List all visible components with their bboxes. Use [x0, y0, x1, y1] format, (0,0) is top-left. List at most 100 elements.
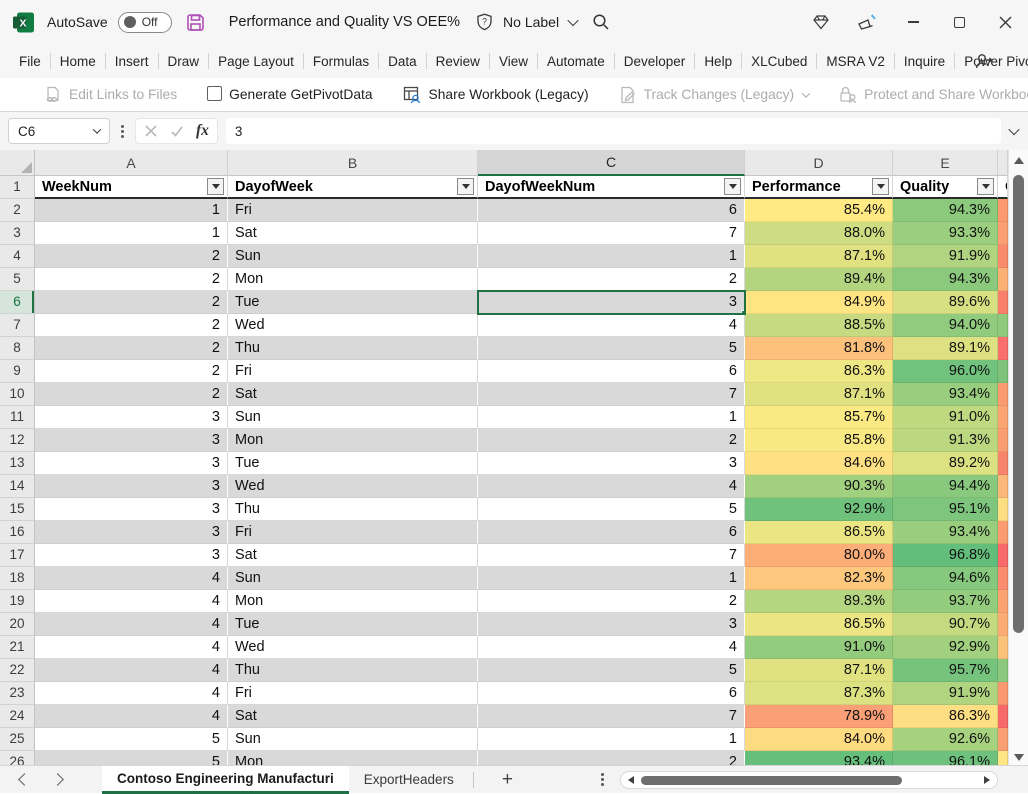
enter-icon[interactable] — [170, 124, 184, 138]
row-header-8[interactable]: 8 — [0, 337, 35, 360]
cell-D21[interactable]: 91.0% — [745, 636, 893, 659]
row-header-11[interactable]: 11 — [0, 406, 35, 429]
feedback-icon[interactable] — [844, 0, 890, 44]
cell-B2[interactable]: Fri — [228, 199, 478, 222]
scroll-down-icon[interactable] — [1014, 754, 1024, 761]
column-header-E[interactable]: E — [893, 150, 998, 176]
cell-B26[interactable]: Mon — [228, 751, 478, 765]
cell-F18-partial[interactable] — [998, 567, 1008, 590]
cell-C23[interactable]: 6 — [478, 682, 745, 705]
cell-B12[interactable]: Mon — [228, 429, 478, 452]
cell-B13[interactable]: Tue — [228, 452, 478, 475]
cell-E15[interactable]: 95.1% — [893, 498, 998, 521]
cell-B21[interactable]: Wed — [228, 636, 478, 659]
cell-D14[interactable]: 90.3% — [745, 475, 893, 498]
fill-handle[interactable] — [741, 310, 745, 314]
cell-A26[interactable]: 5 — [35, 751, 228, 765]
cell-E11[interactable]: 91.0% — [893, 406, 998, 429]
row-header-1[interactable]: 1 — [0, 176, 35, 199]
cell-A24[interactable]: 4 — [35, 705, 228, 728]
cell-A12[interactable]: 3 — [35, 429, 228, 452]
cell-E25[interactable]: 92.6% — [893, 728, 998, 751]
cell-E12[interactable]: 91.3% — [893, 429, 998, 452]
minimize-button[interactable] — [890, 0, 936, 44]
cell-D13[interactable]: 84.6% — [745, 452, 893, 475]
row-header-16[interactable]: 16 — [0, 521, 35, 544]
row-header-19[interactable]: 19 — [0, 590, 35, 613]
cell-C24[interactable]: 7 — [478, 705, 745, 728]
cell-B25[interactable]: Sun — [228, 728, 478, 751]
vertical-scrollbar[interactable] — [1008, 150, 1028, 765]
cell-E22[interactable]: 95.7% — [893, 659, 998, 682]
cell-A1[interactable]: WeekNum — [35, 176, 228, 199]
cell-A3[interactable]: 1 — [35, 222, 228, 245]
cell-F23-partial[interactable] — [998, 682, 1008, 705]
share-icon[interactable] — [974, 51, 994, 71]
cell-C7[interactable]: 4 — [478, 314, 745, 337]
cell-C8[interactable]: 5 — [478, 337, 745, 360]
row-header-26[interactable]: 26 — [0, 751, 35, 765]
cell-D19[interactable]: 89.3% — [745, 590, 893, 613]
ribbon-tab-automate[interactable]: Automate — [538, 44, 614, 78]
cell-F25-partial[interactable] — [998, 728, 1008, 751]
ribbon-tab-page-layout[interactable]: Page Layout — [209, 44, 303, 78]
cell-D1[interactable]: Performance — [745, 176, 893, 199]
cell-E3[interactable]: 93.3% — [893, 222, 998, 245]
cell-A21[interactable]: 4 — [35, 636, 228, 659]
ribbon-tab-file[interactable]: File — [10, 44, 50, 78]
cell-F6-partial[interactable] — [998, 291, 1008, 314]
cell-D4[interactable]: 87.1% — [745, 245, 893, 268]
cell-F19-partial[interactable] — [998, 590, 1008, 613]
cell-C17[interactable]: 7 — [478, 544, 745, 567]
diamond-icon[interactable] — [798, 0, 844, 44]
cell-D20[interactable]: 86.5% — [745, 613, 893, 636]
cell-B11[interactable]: Sun — [228, 406, 478, 429]
cell-C10[interactable]: 7 — [478, 383, 745, 406]
ribbon-tab-insert[interactable]: Insert — [106, 44, 158, 78]
scroll-right-icon[interactable] — [984, 776, 990, 784]
cell-B5[interactable]: Mon — [228, 268, 478, 291]
cell-C21[interactable]: 4 — [478, 636, 745, 659]
cell-B20[interactable]: Tue — [228, 613, 478, 636]
cell-E10[interactable]: 93.4% — [893, 383, 998, 406]
cell-A22[interactable]: 4 — [35, 659, 228, 682]
tab-menu-icon[interactable] — [601, 778, 604, 781]
row-header-4[interactable]: 4 — [0, 245, 35, 268]
cell-F22-partial[interactable] — [998, 659, 1008, 682]
cell-D16[interactable]: 86.5% — [745, 521, 893, 544]
cell-C6[interactable]: 3 — [478, 291, 745, 314]
cell-F21-partial[interactable] — [998, 636, 1008, 659]
cell-F15-partial[interactable] — [998, 498, 1008, 521]
ribbon-tab-data[interactable]: Data — [379, 44, 426, 78]
cell-B9[interactable]: Fri — [228, 360, 478, 383]
row-header-6[interactable]: 6 — [0, 291, 35, 314]
cell-D11[interactable]: 85.7% — [745, 406, 893, 429]
cell-D2[interactable]: 85.4% — [745, 199, 893, 222]
name-box[interactable]: C6 — [8, 118, 110, 144]
cell-A25[interactable]: 5 — [35, 728, 228, 751]
cell-D10[interactable]: 87.1% — [745, 383, 893, 406]
row-header-25[interactable]: 25 — [0, 728, 35, 751]
cancel-icon[interactable] — [144, 124, 158, 138]
cell-C3[interactable]: 7 — [478, 222, 745, 245]
cell-C16[interactable]: 6 — [478, 521, 745, 544]
cell-C26[interactable]: 2 — [478, 751, 745, 765]
cell-F4-partial[interactable] — [998, 245, 1008, 268]
cell-C15[interactable]: 5 — [478, 498, 745, 521]
cell-C4[interactable]: 1 — [478, 245, 745, 268]
formula-bar-expand-icon[interactable] — [1008, 124, 1019, 135]
cell-A11[interactable]: 3 — [35, 406, 228, 429]
column-header-A[interactable]: A — [35, 150, 228, 176]
cell-D24[interactable]: 78.9% — [745, 705, 893, 728]
cell-B16[interactable]: Fri — [228, 521, 478, 544]
cell-B23[interactable]: Fri — [228, 682, 478, 705]
cell-E24[interactable]: 86.3% — [893, 705, 998, 728]
insert-function-icon[interactable]: fx — [196, 122, 209, 140]
row-header-13[interactable]: 13 — [0, 452, 35, 475]
row-header-5[interactable]: 5 — [0, 268, 35, 291]
sheet-tab-exportheaders[interactable]: ExportHeaders — [349, 766, 469, 794]
checkbox[interactable] — [207, 86, 222, 104]
cell-E6[interactable]: 89.6% — [893, 291, 998, 314]
cell-A16[interactable]: 3 — [35, 521, 228, 544]
ribbon-tab-xlcubed[interactable]: XLCubed — [742, 44, 816, 78]
